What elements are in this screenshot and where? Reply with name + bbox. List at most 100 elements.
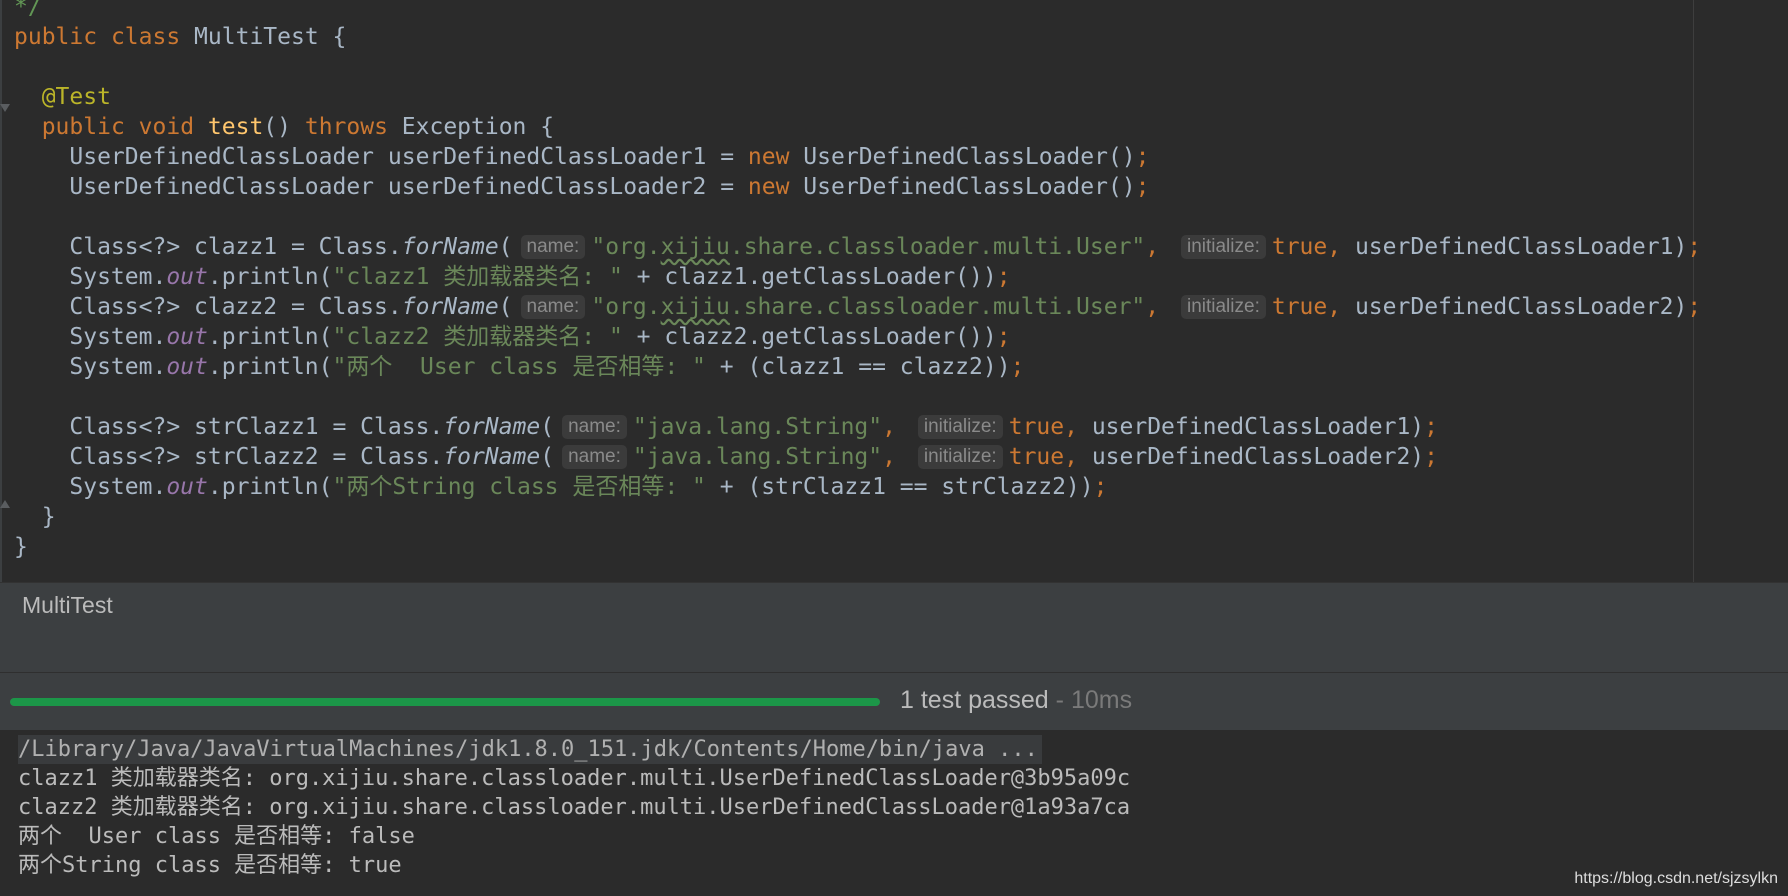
editor-gutter	[0, 0, 2, 582]
code-token: .println(	[207, 474, 333, 500]
code-line[interactable]: public void test() throws Exception {	[14, 112, 554, 142]
code-token: + clazz2.getClassLoader())	[622, 324, 997, 350]
code-line[interactable]: System.out.println("clazz2 类加载器类名: " + c…	[14, 322, 1011, 352]
code-line[interactable]: System.out.println("两个 User class 是否相等: …	[14, 352, 1024, 382]
code-line[interactable]: }	[14, 532, 28, 562]
status-separator: -	[1048, 686, 1071, 714]
code-token: UserDefinedClassLoader()	[789, 174, 1136, 200]
code-token: "clazz1 类加载器类名: "	[332, 264, 623, 290]
parameter-hint: name:	[562, 445, 627, 469]
code-token: "clazz2 类加载器类名: "	[332, 324, 623, 350]
code-token: forName	[401, 294, 499, 320]
code-token: (	[498, 234, 513, 260]
code-token: UserDefinedClassLoader()	[789, 144, 1136, 170]
fold-close-icon[interactable]	[0, 500, 10, 508]
code-token: System.	[14, 474, 167, 500]
code-token: true	[1008, 414, 1065, 440]
code-token: true	[1271, 234, 1328, 260]
code-token: .println(	[207, 264, 333, 290]
code-token: ;	[1135, 144, 1150, 170]
code-line[interactable]: System.out.println("clazz1 类加载器类名: " + c…	[14, 262, 1010, 292]
test-progress-fill	[10, 698, 880, 706]
code-token: class	[110, 24, 181, 50]
code-token: "org.	[591, 234, 661, 260]
code-token: ,	[882, 444, 896, 470]
console-output[interactable]: /Library/Java/JavaVirtualMachines/jdk1.8…	[0, 730, 1788, 896]
code-token: out	[166, 264, 208, 290]
code-token: System.	[14, 264, 167, 290]
test-status-bar: 1 test passed - 10ms	[0, 673, 1788, 730]
code-token: Class<?> clazz1 = Class.	[14, 234, 402, 260]
code-token: (	[498, 294, 513, 320]
code-token: ;	[1010, 354, 1025, 380]
run-tab-title[interactable]: MultiTest	[22, 592, 113, 619]
code-token: }	[14, 534, 28, 560]
code-token: "org.	[591, 294, 661, 320]
code-token: forName	[401, 234, 499, 260]
passed-count: 1 test passed	[900, 686, 1049, 714]
code-line[interactable]: System.out.println("两个String class 是否相等:…	[14, 472, 1108, 502]
code-token: ,	[882, 414, 896, 440]
code-token: out	[166, 474, 208, 500]
code-token: ;	[1135, 174, 1150, 200]
right-margin-guide	[1693, 0, 1694, 582]
code-line[interactable]: Class<?> strClazz1 = Class.forName(name:…	[14, 412, 1438, 442]
console-output-line: clazz1 类加载器类名: org.xijiu.share.classload…	[18, 766, 1131, 791]
fold-open-icon[interactable]	[0, 104, 10, 112]
code-line[interactable]: public class MultiTest {	[14, 22, 346, 52]
code-token: userDefinedClassLoader2)	[1077, 444, 1425, 470]
code-token: new	[747, 144, 790, 170]
code-token: (	[540, 414, 555, 440]
test-progress-bar	[10, 698, 880, 706]
code-line[interactable]: */	[14, 0, 42, 22]
code-token: userDefinedClassLoader1)	[1077, 414, 1425, 440]
code-token: ,	[1327, 294, 1342, 320]
code-line[interactable]: Class<?> strClazz2 = Class.forName(name:…	[14, 442, 1438, 472]
code-token: UserDefinedClassLoader userDefinedClassL…	[14, 174, 748, 200]
code-token: void	[138, 114, 195, 140]
console-command-line[interactable]: /Library/Java/JavaVirtualMachines/jdk1.8…	[18, 735, 1042, 764]
code-line[interactable]: @Test	[14, 82, 111, 112]
code-token: userDefinedClassLoader2)	[1341, 294, 1688, 320]
watermark-text: https://blog.csdn.net/sjzsylkn	[1574, 870, 1778, 887]
code-token: System.	[14, 324, 167, 350]
code-token: Class<?> clazz2 = Class.	[14, 294, 402, 320]
code-token: Class<?> strClazz1 = Class.	[14, 414, 444, 440]
parameter-hint: name:	[520, 235, 586, 259]
ide-window: */public class MultiTest { @Test public …	[0, 0, 1788, 896]
code-token: ;	[1093, 474, 1108, 500]
code-token: ,	[1064, 414, 1078, 440]
code-token: ;	[1687, 234, 1702, 260]
code-token: + (clazz1 == clazz2))	[705, 354, 1011, 380]
code-token: ;	[996, 324, 1011, 350]
run-panel-header: MultiTest	[0, 582, 1788, 628]
code-token: public	[14, 24, 98, 50]
code-line[interactable]: }	[14, 502, 56, 532]
code-token: Exception {	[387, 114, 555, 140]
code-token: MultiTest {	[180, 24, 347, 50]
code-token: ,	[1145, 234, 1160, 260]
code-token: "java.lang.String"	[632, 444, 883, 470]
code-token: .share.classloader.multi.User"	[729, 234, 1146, 260]
code-editor[interactable]: */public class MultiTest { @Test public …	[0, 0, 1788, 582]
code-token: userDefinedClassLoader1)	[1341, 234, 1688, 260]
parameter-hint: name:	[562, 415, 627, 439]
code-line[interactable]: UserDefinedClassLoader userDefinedClassL…	[14, 142, 1150, 172]
code-token: + (strClazz1 == strClazz2))	[705, 474, 1094, 500]
test-status-text: 1 test passed - 10ms	[900, 686, 1132, 715]
parameter-hint: initialize:	[917, 445, 1003, 469]
code-line[interactable]: Class<?> clazz1 = Class.forName( name: "or…	[14, 232, 1701, 262]
code-line[interactable]: Class<?> clazz2 = Class.forName( name: "or…	[14, 292, 1701, 322]
code-token: true	[1271, 294, 1328, 320]
parameter-hint: name:	[520, 295, 586, 319]
code-token: xijiu	[660, 294, 730, 320]
code-line[interactable]: UserDefinedClassLoader userDefinedClassL…	[14, 172, 1150, 202]
code-token: new	[747, 174, 790, 200]
